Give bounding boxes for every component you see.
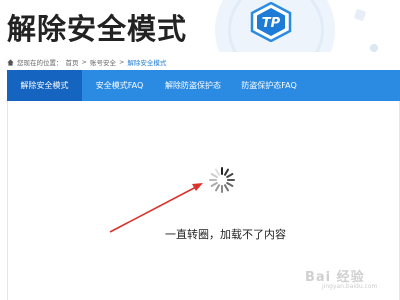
tab-safe-mode-faq[interactable]: 安全模式FAQ xyxy=(82,70,157,101)
breadcrumb: 您现在的位置： 首页 > 账号安全 > 解除安全模式 xyxy=(7,56,166,68)
page-title: 解除安全模式 xyxy=(7,12,188,46)
svg-text:TP: TP xyxy=(262,16,281,31)
tp-logo-icon: TP xyxy=(250,2,292,42)
tab-unlock-anti-theft[interactable]: 解除防盗保护态 xyxy=(157,70,229,101)
watermark-url: jingyan.baidu.com xyxy=(322,283,378,290)
breadcrumb-prefix: 您现在的位置： xyxy=(17,59,63,67)
loading-note: 一直转圈，加载不了内容 xyxy=(165,228,286,241)
breadcrumb-item-current[interactable]: 解除安全模式 xyxy=(127,57,166,67)
breadcrumb-separator: > xyxy=(81,58,87,66)
breadcrumb-separator: > xyxy=(118,58,125,66)
home-icon xyxy=(7,58,14,66)
header-banner: TP 解除安全模式 xyxy=(0,0,400,52)
loading-spinner-icon xyxy=(209,167,235,193)
breadcrumb-item-account-security[interactable]: 账号安全 xyxy=(90,57,116,67)
decorative-square xyxy=(353,8,367,22)
decorative-dot xyxy=(370,44,378,52)
tab-bar: 解除安全模式 安全模式FAQ 解除防盗保护态 防盗保护态FAQ xyxy=(7,70,400,101)
tab-unlock-safe-mode[interactable]: 解除安全模式 xyxy=(7,70,82,101)
breadcrumb-item-home[interactable]: 首页 xyxy=(66,57,79,67)
tab-anti-theft-faq[interactable]: 防盗保护态FAQ xyxy=(229,70,309,101)
